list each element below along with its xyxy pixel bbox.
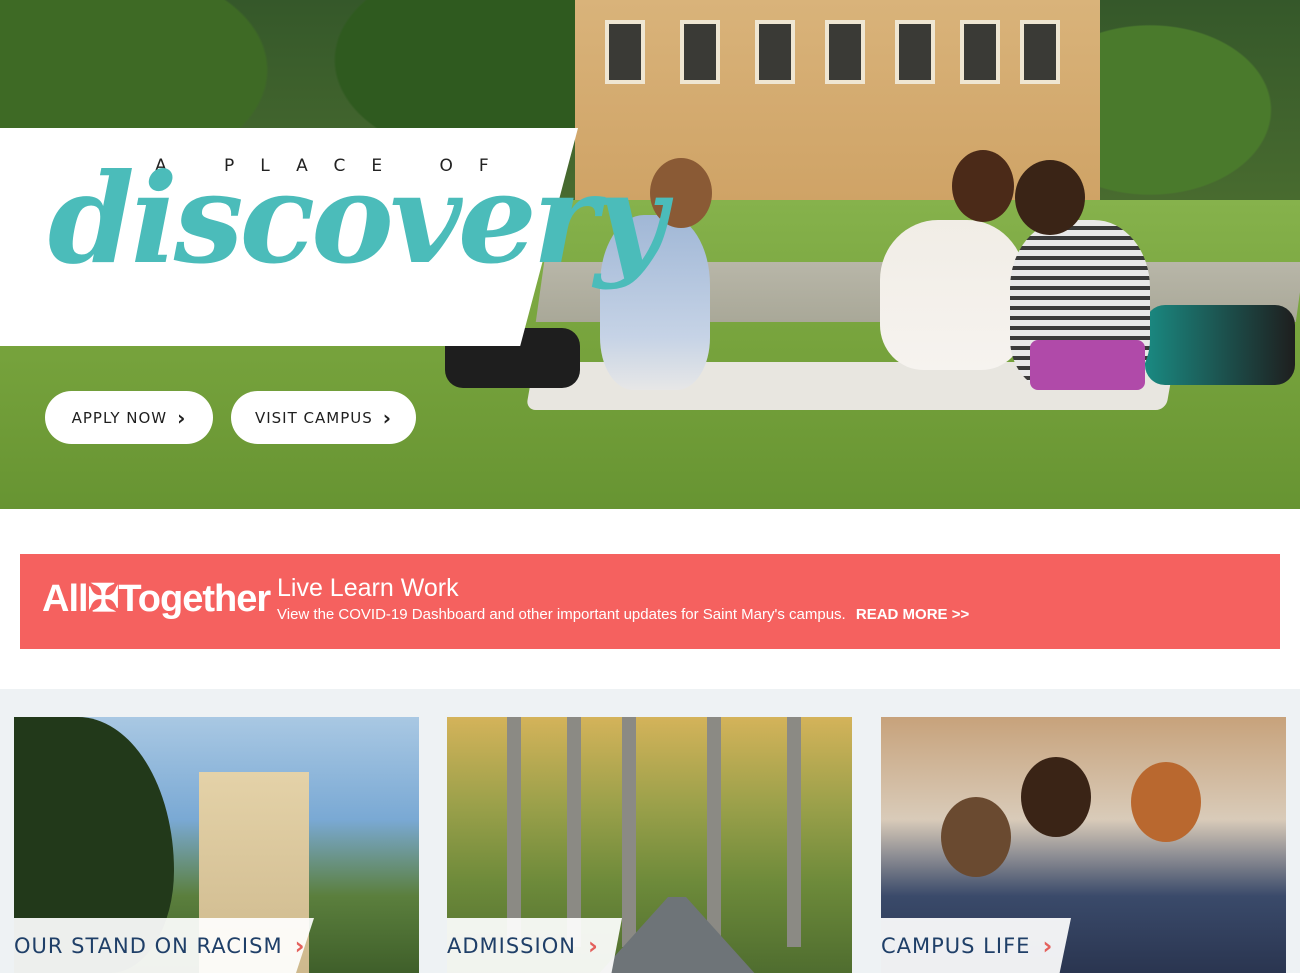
student-figure	[880, 220, 1025, 370]
tree-trunk	[507, 717, 521, 947]
chevron-right-icon: ›	[587, 931, 599, 960]
tree-trunk	[787, 717, 801, 947]
visit-campus-button[interactable]: VISIT CAMPUS ›	[231, 391, 416, 444]
card-admission[interactable]: ADMISSION ›	[447, 717, 852, 973]
card-campus-life[interactable]: CAMPUS LIFE ›	[881, 717, 1286, 973]
building-window	[960, 20, 1000, 84]
student-head	[952, 150, 1014, 222]
student-head	[1021, 757, 1091, 837]
card-label-admission[interactable]: ADMISSION ›	[447, 918, 622, 973]
tree-trunk	[622, 717, 636, 947]
covid-alert-banner[interactable]: All✠Together Live Learn Work View the CO…	[20, 554, 1280, 649]
building-window	[825, 20, 865, 84]
building-window	[755, 20, 795, 84]
chevron-right-icon: ›	[1042, 931, 1054, 960]
card-label-campus-life[interactable]: CAMPUS LIFE ›	[881, 918, 1071, 973]
tree-trunk	[567, 717, 581, 947]
feature-cards-section: OUR STAND ON RACISM › ADMISSION › CAMPUS…	[0, 689, 1300, 973]
alert-title: Live Learn Work	[277, 574, 459, 602]
card-label-our-stand-on-racism[interactable]: OUR STAND ON RACISM ›	[14, 918, 314, 973]
student-head	[941, 797, 1011, 877]
tree-trunk	[707, 717, 721, 947]
card-our-stand-on-racism[interactable]: OUR STAND ON RACISM ›	[14, 717, 419, 973]
alert-text: View the COVID-19 Dashboard and other im…	[277, 606, 969, 623]
card-label-text: ADMISSION	[447, 933, 576, 958]
chevron-right-icon: ›	[177, 405, 187, 430]
student-head	[1015, 160, 1085, 235]
headline-script-word: discovery	[48, 147, 666, 292]
visit-campus-label: VISIT CAMPUS	[254, 408, 373, 427]
hero-banner: A PLACE OF discovery APPLY NOW › VISIT C…	[0, 0, 1300, 509]
apply-now-label: APPLY NOW	[71, 408, 168, 427]
read-more-link[interactable]: READ MORE >>	[856, 606, 969, 623]
student-shorts	[1030, 340, 1145, 390]
card-label-text: CAMPUS LIFE	[881, 933, 1031, 958]
backpack-image	[1145, 305, 1295, 385]
building-window	[1020, 20, 1060, 84]
apply-now-button[interactable]: APPLY NOW ›	[45, 391, 213, 444]
card-label-text: OUR STAND ON RACISM	[14, 933, 283, 958]
chevron-right-icon: ›	[382, 405, 393, 430]
building-window	[605, 20, 645, 84]
building-window	[895, 20, 935, 84]
alert-message: View the COVID-19 Dashboard and other im…	[277, 606, 846, 623]
building-window	[680, 20, 720, 84]
student-head	[1131, 762, 1201, 842]
all-together-logo: All✠Together	[42, 578, 271, 620]
